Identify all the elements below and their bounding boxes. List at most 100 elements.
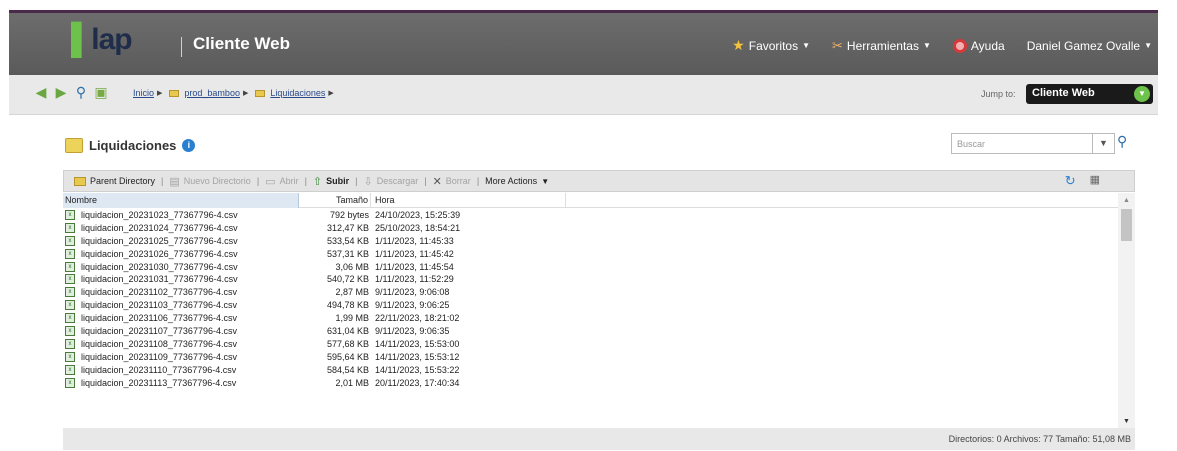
table-row[interactable]: x liquidacion_20231113_77367796-4.csv 2,01… — [63, 377, 1118, 390]
column-header-name[interactable]: Nombre — [63, 193, 299, 208]
scroll-down-arrow-icon[interactable]: ▼ — [1123, 418, 1130, 425]
file-size: 2,87 MB — [335, 287, 369, 298]
path-bar: ◀ ▶ ⚲ ▣ Inicio ▶ prod_bamboo ▶ Liquidaci… — [9, 75, 1158, 115]
file-size: 3,06 MB — [335, 261, 369, 272]
table-row[interactable]: x liquidacion_20231110_77367796-4.csv 584,… — [63, 364, 1118, 377]
file-size: 533,54 KB — [326, 235, 369, 246]
jump-to-select[interactable]: Cliente Web ▼ — [1026, 84, 1153, 104]
column-header-size[interactable]: Tamaño — [299, 193, 371, 208]
parent-directory-button[interactable]: Parent Directory — [74, 176, 155, 186]
csv-file-icon: x — [65, 222, 75, 233]
scroll-up-arrow-icon[interactable]: ▲ — [1123, 197, 1130, 204]
tools-menu[interactable]: ✂ Herramientas ▼ — [832, 37, 931, 54]
search-dropdown-button[interactable]: ▼ — [1093, 133, 1115, 154]
tools-label: Herramientas — [846, 38, 919, 53]
chevron-down-icon: ▼ — [541, 176, 550, 186]
file-name: liquidacion_20231031_77367796-4.csv — [81, 274, 238, 285]
upload-button[interactable]: ⇧ Subir — [313, 175, 349, 188]
page-title-text: Liquidaciones — [89, 138, 177, 153]
csv-file-icon: x — [65, 364, 75, 375]
file-time: 14/11/2023, 15:53:12 — [375, 351, 460, 362]
help-icon — [952, 38, 967, 53]
file-size: 2,01 MB — [335, 377, 369, 388]
app-header: ▌lap Cliente Web ★ Favoritos ▼ ✂ Herrami… — [9, 10, 1158, 75]
forward-arrow-icon[interactable]: ▶ — [53, 84, 69, 101]
delete-x-icon: ✕ — [432, 175, 442, 188]
toolbar-divider: | — [355, 176, 358, 186]
column-header-time[interactable]: Hora — [371, 193, 566, 208]
caret-right-icon: ▶ — [242, 90, 249, 97]
csv-file-icon: x — [65, 313, 75, 324]
vertical-scrollbar[interactable]: ▲ ▼ — [1118, 193, 1135, 428]
file-size: 792 bytes — [329, 210, 369, 220]
jump-to-label: Jump to: — [981, 89, 1016, 99]
help-menu[interactable]: Ayuda — [952, 37, 1005, 54]
table-row[interactable]: x liquidacion_20231108_77367796-4.csv 577,… — [63, 338, 1118, 351]
file-time: 20/11/2023, 17:40:34 — [375, 377, 460, 388]
chevron-down-icon: ▼ — [802, 41, 811, 50]
breadcrumb-prod-bamboo[interactable]: prod_bamboo — [184, 88, 240, 98]
table-row[interactable]: x liquidacion_20231025_77367796-4.csv 533,… — [63, 235, 1118, 248]
delete-button[interactable]: ✕ Borrar — [433, 175, 471, 188]
refresh-folder-icon[interactable]: ▣ — [93, 84, 109, 101]
file-size: 540,72 KB — [326, 274, 369, 285]
table-row[interactable]: x liquidacion_20231106_77367796-4.csv 1,99… — [63, 312, 1118, 325]
grid-view-icon[interactable]: ▦ — [1090, 173, 1100, 189]
table-row[interactable]: x liquidacion_20231026_77367796-4.csv 537,… — [63, 248, 1118, 261]
table-row[interactable]: x liquidacion_20231103_77367796-4.csv 494,… — [63, 299, 1118, 312]
search-input[interactable]: Buscar — [951, 133, 1093, 154]
file-name: liquidacion_20231108_77367796-4.csv — [81, 338, 237, 349]
tools-icon: ✂ — [832, 37, 843, 53]
toolbar-divider: | — [424, 176, 427, 186]
file-name: liquidacion_20231110_77367796-4.csv — [81, 364, 237, 375]
breadcrumb-inicio[interactable]: Inicio — [133, 88, 154, 98]
download-button[interactable]: ⇩ Descargar — [364, 175, 419, 188]
file-size: 595,64 KB — [326, 351, 369, 362]
table-row[interactable]: x liquidacion_20231031_77367796-4.csv 540,… — [63, 273, 1118, 286]
file-name: liquidacion_20231030_77367796-4.csv — [81, 261, 238, 272]
search-icon[interactable]: ⚲ — [73, 84, 89, 101]
table-row[interactable]: x liquidacion_20231102_77367796-4.csv 2,87… — [63, 286, 1118, 299]
file-time: 25/10/2023, 18:54:21 — [375, 222, 461, 233]
file-name: liquidacion_20231107_77367796-4.csv — [81, 326, 237, 337]
table-row[interactable]: x liquidacion_20231030_77367796-4.csv 3,06… — [63, 261, 1118, 274]
chevron-down-icon: ▼ — [1144, 41, 1152, 50]
refresh-icon[interactable]: ↻ — [1065, 173, 1076, 189]
upload-arrow-icon: ⇧ — [312, 175, 323, 188]
csv-file-icon: x — [65, 326, 75, 337]
csv-file-icon: x — [65, 338, 75, 349]
breadcrumb: Inicio ▶ prod_bamboo ▶ Liquidaciones ▶ — [133, 88, 334, 98]
file-size: 584,54 KB — [326, 364, 369, 375]
back-arrow-icon[interactable]: ◀ — [33, 84, 49, 101]
favorites-menu[interactable]: ★ Favoritos ▼ — [732, 37, 810, 54]
file-name: liquidacion_20231025_77367796-4.csv — [81, 235, 238, 246]
file-name: liquidacion_20231026_77367796-4.csv — [81, 248, 238, 259]
more-actions-button[interactable]: More Actions ▼ — [485, 176, 549, 186]
table-row[interactable]: x liquidacion_20231023_77367796-4.csv 792 … — [63, 209, 1118, 222]
table-row[interactable]: x liquidacion_20231107_77367796-4.csv 631,… — [63, 325, 1118, 338]
csv-file-icon: x — [65, 300, 75, 311]
jump-to-value: Cliente Web — [1032, 87, 1095, 99]
open-label: Abrir — [279, 176, 299, 186]
file-size: 577,68 KB — [326, 338, 369, 349]
search-go-icon[interactable]: ⚲ — [1117, 133, 1135, 154]
new-directory-button[interactable]: ▤ Nuevo Directorio — [169, 175, 250, 188]
open-folder-icon: ▭ — [265, 175, 276, 188]
scrollbar-thumb[interactable] — [1121, 209, 1132, 241]
file-name: liquidacion_20231023_77367796-4.csv — [81, 210, 238, 220]
logo-divider — [181, 37, 182, 57]
csv-file-icon: x — [65, 287, 75, 298]
csv-file-icon: x — [65, 210, 75, 220]
file-name: liquidacion_20231102_77367796-4.csv — [81, 287, 237, 298]
brand-logo[interactable]: ▌lap — [71, 23, 133, 57]
table-row[interactable]: x liquidacion_20231109_77367796-4.csv 595,… — [63, 351, 1118, 364]
chevron-down-icon[interactable]: ▼ — [1134, 86, 1150, 102]
breadcrumb-liquidaciones[interactable]: Liquidaciones — [270, 88, 325, 98]
more-actions-label: More Actions — [485, 176, 538, 186]
user-menu[interactable]: Daniel Gamez Ovalle ▼ — [1027, 37, 1152, 54]
open-button[interactable]: ▭ Abrir — [265, 175, 298, 188]
toolbar-divider: | — [304, 176, 307, 186]
info-icon[interactable]: i — [182, 139, 196, 152]
table-row[interactable]: x liquidacion_20231024_77367796-4.csv 312,… — [63, 222, 1118, 235]
parent-directory-label: Parent Directory — [90, 176, 156, 186]
